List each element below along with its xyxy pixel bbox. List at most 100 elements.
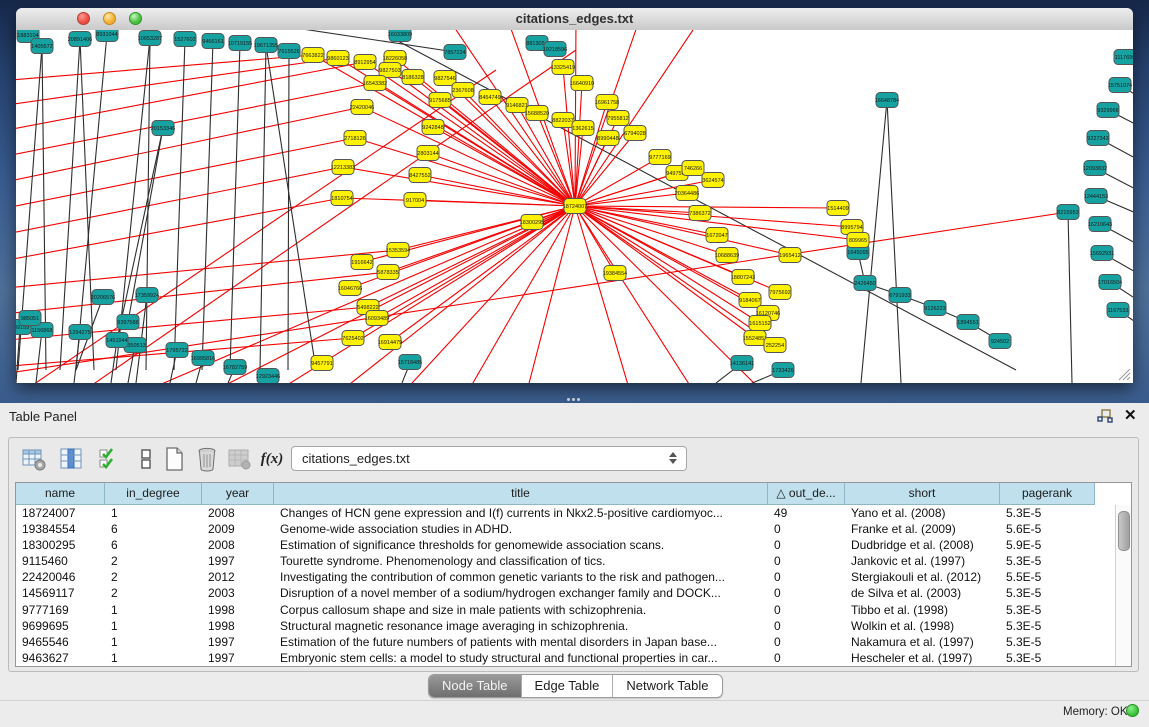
graph-node-12923446[interactable]: 12923446 [256,369,280,384]
table-cell[interactable]: Tibbo et al. (1998) [845,602,1000,618]
graph-node-1615152[interactable]: 1615152 [749,316,771,331]
graph-node-15353594[interactable]: 15353594 [386,243,410,258]
graph-node-18807243[interactable]: 18807243 [731,270,755,285]
table-cell[interactable]: 5.3E-5 [1000,618,1095,634]
graph-node-1362615[interactable]: 1362615 [572,121,594,136]
graph-node-15718485[interactable]: 15718485 [398,355,422,370]
table-row[interactable]: 969969511998Structural magnetic resonanc… [16,618,1131,634]
table-header-row[interactable]: namein_degreeyeartitle△ out_de...shortpa… [16,483,1131,505]
graph-node-16543382[interactable]: 16543382 [363,76,387,91]
table-cell[interactable]: 1 [105,634,202,650]
graph-node-9466161[interactable]: 9466161 [202,34,224,49]
table-row[interactable]: 1830029562008Estimation of significance … [16,537,1131,553]
delete-table-icon[interactable] [194,446,220,472]
graph-node-9397588[interactable]: 9397588 [117,315,139,330]
table-cell[interactable]: de Silva et al. (2003) [845,585,1000,601]
table-cell[interactable]: 0 [768,634,845,650]
table-cell[interactable]: 2 [105,553,202,569]
table-cell[interactable]: 9699695 [16,618,105,634]
close-panel-icon[interactable]: ✕ [1124,406,1137,424]
table-cell[interactable]: 2003 [202,585,274,601]
graph-node-8931044[interactable]: 8931044 [96,30,118,42]
graph-node-8822037[interactable]: 8822037 [552,113,574,128]
graph-node-20891406[interactable]: 20891406 [68,32,92,47]
new-table-icon[interactable] [161,446,187,472]
graph-node-7955812[interactable]: 7955812 [607,111,629,126]
table-cell[interactable]: 0 [768,602,845,618]
table-cell[interactable]: 2 [105,585,202,601]
table-cell[interactable]: 49 [768,505,845,521]
graph-node-9175685[interactable]: 9175685 [429,93,451,108]
zoom-traffic-light[interactable] [129,12,142,25]
graph-node-252254[interactable]: 252254 [764,338,786,353]
table-cell[interactable]: 5.3E-5 [1000,602,1095,618]
graph-node-16648784[interactable]: 16648784 [875,93,899,108]
table-cell[interactable]: 1997 [202,634,274,650]
table-cell[interactable]: 5.3E-5 [1000,505,1095,521]
graph-node-3624574[interactable]: 3624574 [702,173,724,188]
graph-node-985051[interactable]: 985051 [19,311,41,326]
scrollbar-thumb[interactable] [1118,511,1130,551]
table-cell[interactable]: 1 [105,602,202,618]
graph-node-20153346[interactable]: 20153346 [151,121,175,136]
table-row[interactable]: 1456911722003Disruption of a novel membe… [16,585,1131,601]
table-cell[interactable]: 5.6E-5 [1000,521,1095,537]
table-cell[interactable]: Corpus callosum shape and size in male p… [274,602,768,618]
table-cell[interactable]: 6 [105,537,202,553]
table-row[interactable]: 946362711997Embryonic stem cells: a mode… [16,650,1131,666]
table-cell[interactable]: Disruption of a novel member of a sodium… [274,585,768,601]
graph-node-19218596[interactable]: 19218596 [543,42,567,57]
graph-node-2426450[interactable]: 2426450 [854,276,876,291]
graph-node-17359924[interactable]: 17359924 [135,288,159,303]
column-header-short[interactable]: short [845,483,1000,505]
column-header-in_degree[interactable]: in_degree [105,483,202,505]
graph-node-8427552[interactable]: 8427552 [409,168,431,183]
table-cell[interactable]: Nakamura et al. (1997) [845,634,1000,650]
graph-node-1810754[interactable]: 1810754 [331,191,353,206]
table-cell[interactable]: 0 [768,553,845,569]
graph-node-1733426[interactable]: 1733426 [772,363,794,378]
table-cell[interactable]: 0 [768,521,845,537]
graph-node-9457791[interactable]: 9457791 [311,356,333,371]
graph-node-18724007[interactable]: 18724007 [563,199,587,214]
table-cell[interactable]: 19384554 [16,521,105,537]
graph-node-12093832[interactable]: 12093832 [1083,161,1107,176]
graph-node-1894551[interactable]: 1894551 [957,315,979,330]
graph-node-12213383[interactable]: 12213383 [331,160,355,175]
graph-node-16210643[interactable]: 16210643 [1088,217,1112,232]
table-cell[interactable]: 18300295 [16,537,105,553]
vertical-scrollbar[interactable] [1115,505,1131,666]
resize-handle-icon[interactable] [1117,367,1131,381]
table-cell[interactable]: 5.9E-5 [1000,537,1095,553]
table-cell[interactable]: Stergiakouli et al. (2012) [845,569,1000,585]
graph-node-1795722[interactable]: 1795722 [166,343,188,358]
graph-node-8215953[interactable]: 8215953 [1057,205,1079,220]
graph-node-16914479[interactable]: 16914479 [378,335,402,350]
table-cell[interactable]: 5.3E-5 [1000,585,1095,601]
table-cell[interactable]: Changes of HCN gene expression and I(f) … [274,505,768,521]
tab-edge-table[interactable]: Edge Table [522,675,614,697]
table-cell[interactable]: 1998 [202,618,274,634]
table-cell[interactable]: 2012 [202,569,274,585]
graph-node-16093489[interactable]: 16093489 [365,311,389,326]
table-cell[interactable]: 0 [768,618,845,634]
graph-node-16961758[interactable]: 16961758 [595,95,619,110]
column-header-out_de[interactable]: △ out_de... [768,483,845,505]
tab-node-table[interactable]: Node Table [429,675,522,697]
node-attribute-table[interactable]: namein_degreeyeartitle△ out_de...shortpa… [15,482,1132,667]
graph-node-18300295[interactable]: 18300295 [520,215,544,230]
graph-node-1294275[interactable]: 1294275 [69,325,91,340]
table-cell[interactable]: 18724007 [16,505,105,521]
table-cell[interactable]: Estimation of significance thresholds fo… [274,537,768,553]
table-row[interactable]: 2242004622012Investigating the contribut… [16,569,1131,585]
import-table-icon[interactable] [226,446,252,472]
table-row[interactable]: 1938455462009Genome-wide association stu… [16,521,1131,537]
graph-node-14136141[interactable]: 14136141 [730,356,754,371]
graph-node-1514409[interactable]: 1514409 [827,201,849,216]
graph-node-8990448[interactable]: 8990448 [597,131,619,146]
table-cell[interactable]: Investigating the contribution of common… [274,569,768,585]
network-window[interactable]: citations_edges.txt 18831041405572208914… [16,8,1133,383]
table-cell[interactable]: Estimation of the future numbers of pati… [274,634,768,650]
table-cell[interactable]: Genome-wide association studies in ADHD. [274,521,768,537]
graph-node-22420046[interactable]: 22420046 [350,100,374,115]
